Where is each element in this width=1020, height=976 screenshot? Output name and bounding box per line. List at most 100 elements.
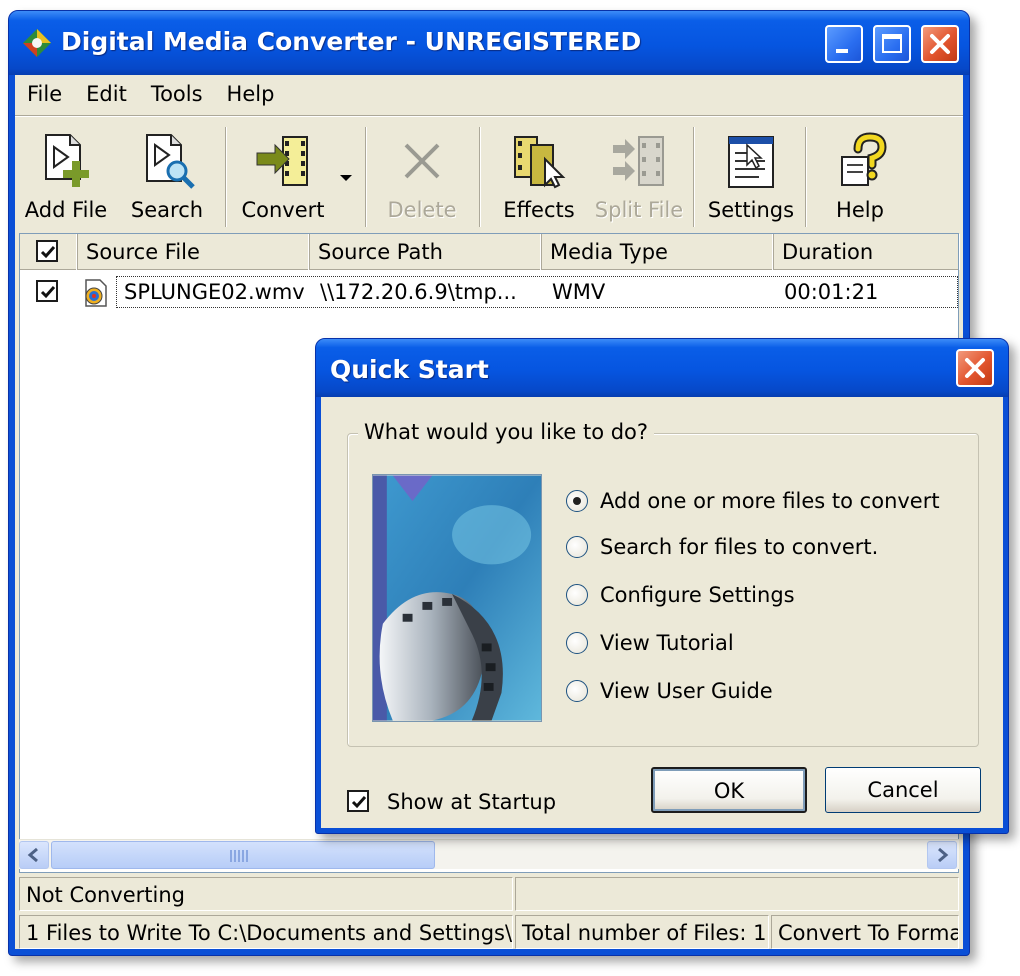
- close-icon: [930, 34, 950, 54]
- toolbar: Add File Search Convert Delete Effects S…: [15, 119, 963, 231]
- cell-source-path: \\172.20.6.9\tmp...: [320, 280, 517, 304]
- select-all-checkbox[interactable]: [36, 240, 58, 262]
- settings-button[interactable]: Settings: [699, 119, 803, 231]
- effects-button[interactable]: Effects: [489, 119, 589, 231]
- header-select-all[interactable]: [20, 234, 78, 270]
- close-button[interactable]: [921, 25, 959, 63]
- ok-button[interactable]: OK: [651, 767, 807, 813]
- search-button[interactable]: Search: [115, 119, 219, 231]
- minimize-button[interactable]: [825, 25, 863, 63]
- convert-button[interactable]: Convert: [233, 119, 333, 231]
- convert-label: Convert: [241, 198, 325, 222]
- option-label: Configure Settings: [600, 583, 795, 607]
- toolbar-separator: [365, 127, 367, 227]
- scroll-right-button[interactable]: [927, 841, 957, 869]
- show-at-startup-label: Show at Startup: [387, 790, 557, 814]
- column-media-type[interactable]: Media Type: [542, 234, 774, 270]
- status-convert-to: Convert To Format: [771, 915, 959, 949]
- convert-dropdown-arrow[interactable]: [340, 175, 352, 181]
- radio-configure-settings[interactable]: [566, 584, 588, 606]
- dialog-title: Quick Start: [330, 355, 489, 384]
- radio-search-files[interactable]: [566, 536, 588, 558]
- menu-tools[interactable]: Tools: [139, 82, 215, 106]
- checkmark-icon: [40, 286, 56, 299]
- scroll-thumb[interactable]: [51, 841, 435, 869]
- table-row[interactable]: SPLUNGE02.wmv \\172.20.6.9\tmp... WMV 00…: [20, 274, 958, 310]
- checkmark-icon: [351, 796, 367, 809]
- effects-label: Effects: [503, 198, 575, 222]
- option-label: View Tutorial: [600, 631, 734, 655]
- cancel-button[interactable]: Cancel: [825, 767, 981, 813]
- scroll-left-button[interactable]: [19, 841, 49, 869]
- search-label: Search: [130, 198, 204, 222]
- column-source-file[interactable]: Source File: [78, 234, 310, 270]
- delete-icon: [404, 143, 440, 179]
- status-total-files: Total number of Files: 1: [515, 915, 769, 949]
- toolbar-separator: [693, 127, 695, 227]
- app-icon: [23, 29, 51, 57]
- film-reel-image: [372, 474, 542, 722]
- column-source-path[interactable]: Source Path: [310, 234, 542, 270]
- options-groupbox: What would you like to do? Add one or mo…: [347, 420, 979, 747]
- add-file-button[interactable]: Add File: [21, 119, 111, 231]
- quick-start-dialog: Quick Start What would you like to do? A…: [315, 338, 1009, 834]
- chevron-left-icon: [27, 847, 38, 863]
- menu-help[interactable]: Help: [215, 82, 287, 106]
- cell-duration: 00:01:21: [784, 280, 879, 304]
- status-empty: [515, 877, 959, 911]
- option-label: Add one or more files to convert: [600, 489, 940, 513]
- row-checkbox[interactable]: [36, 280, 58, 302]
- horizontal-scrollbar[interactable]: [19, 839, 959, 869]
- toolbar-separator: [479, 127, 481, 227]
- dialog-title-bar[interactable]: Quick Start: [316, 339, 1008, 397]
- effects-icon: [514, 136, 566, 189]
- status-bar-top: Not Converting: [15, 877, 963, 913]
- convert-icon: [256, 136, 308, 186]
- settings-label: Settings: [707, 198, 795, 222]
- chevron-right-icon: [938, 847, 949, 863]
- cell-source-file: SPLUNGE02.wmv: [124, 280, 304, 304]
- split-file-button[interactable]: Split File: [589, 119, 689, 231]
- search-icon: [146, 134, 195, 189]
- grip-icon: [230, 850, 250, 862]
- status-files-to-write: 1 Files to Write To C:\Documents and Set…: [19, 915, 513, 949]
- delete-button[interactable]: Delete: [377, 119, 467, 231]
- split-file-label: Split File: [594, 198, 684, 222]
- settings-icon: [728, 136, 774, 188]
- dialog-body: What would you like to do? Add one or mo…: [321, 397, 1003, 828]
- close-icon: [965, 358, 985, 378]
- cell-media-type: WMV: [552, 280, 606, 304]
- minimize-icon: [836, 49, 848, 53]
- window-title: Digital Media Converter - UNREGISTERED: [61, 27, 642, 56]
- startup-checkbox-box[interactable]: [347, 790, 369, 812]
- column-duration[interactable]: Duration: [774, 234, 960, 270]
- maximize-icon: [882, 34, 902, 53]
- status-bar-bottom: 1 Files to Write To C:\Documents and Set…: [15, 915, 963, 951]
- status-state: Not Converting: [19, 877, 513, 911]
- maximize-button[interactable]: [873, 25, 911, 63]
- title-bar[interactable]: Digital Media Converter - UNREGISTERED: [9, 11, 969, 75]
- delete-label: Delete: [387, 198, 457, 222]
- dialog-close-button[interactable]: [956, 349, 994, 387]
- menu-bar: File Edit Tools Help: [15, 75, 963, 113]
- toolbar-separator: [225, 127, 227, 227]
- checkmark-icon: [40, 246, 56, 259]
- radio-view-tutorial[interactable]: [566, 632, 588, 654]
- toolbar-separator: [805, 127, 807, 227]
- split-file-icon: [613, 136, 664, 186]
- list-header: Source File Source Path Media Type Durat…: [20, 234, 958, 270]
- help-button[interactable]: Help: [815, 119, 905, 231]
- help-label: Help: [836, 198, 884, 222]
- group-caption: What would you like to do?: [358, 420, 655, 444]
- add-file-icon: [45, 134, 89, 187]
- radio-view-user-guide[interactable]: [566, 680, 588, 702]
- option-label: Search for files to convert.: [600, 535, 879, 559]
- menu-file[interactable]: File: [15, 82, 74, 106]
- media-file-icon: [85, 279, 107, 307]
- menu-edit[interactable]: Edit: [74, 82, 139, 106]
- menu-divider: [15, 115, 963, 117]
- option-label: View User Guide: [600, 679, 773, 703]
- help-icon: [841, 132, 887, 186]
- add-file-label: Add File: [24, 198, 108, 222]
- radio-add-files[interactable]: [566, 490, 588, 512]
